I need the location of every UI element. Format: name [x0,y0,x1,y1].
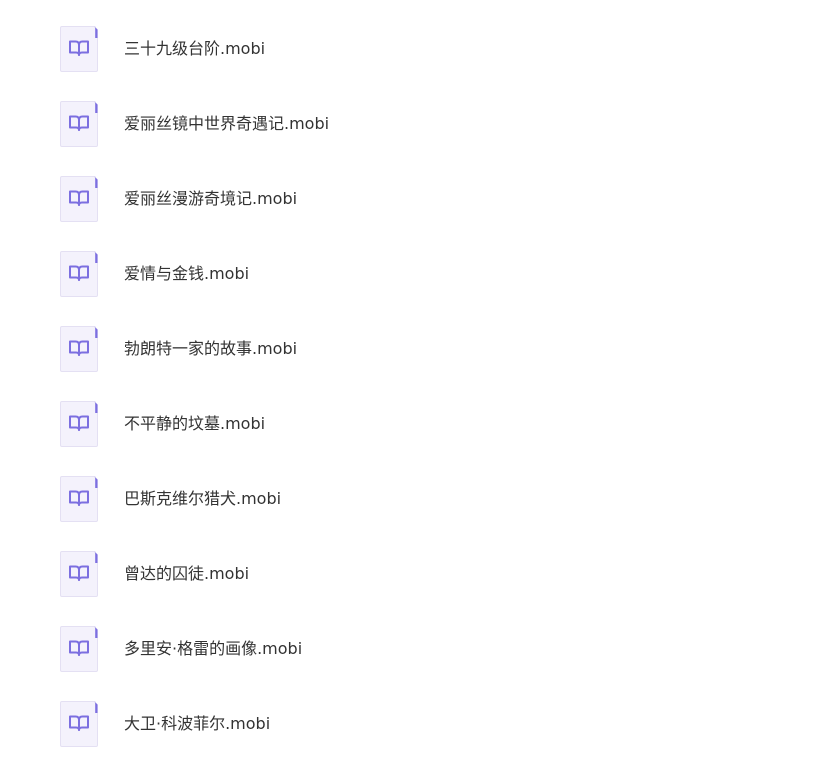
ebook-file-icon[interactable] [59,175,99,223]
file-row[interactable]: 爱情与金钱.mobi [0,250,834,325]
ebook-file-icon[interactable] [59,700,99,748]
file-list: 三十九级台阶.mobi 爱丽丝镜中世界奇遇记.mobi 爱丽丝漫游奇境记.mob… [0,0,834,747]
ebook-file-icon[interactable] [59,325,99,373]
file-row[interactable]: 大卫·科波菲尔.mobi [0,700,834,775]
ebook-file-icon[interactable] [59,550,99,598]
file-name[interactable]: 爱丽丝漫游奇境记.mobi [124,188,297,210]
file-row[interactable]: 多里安·格雷的画像.mobi [0,625,834,700]
file-name[interactable]: 巴斯克维尔猎犬.mobi [124,488,281,510]
file-name[interactable]: 曾达的囚徒.mobi [124,563,249,585]
ebook-file-icon[interactable] [59,475,99,523]
file-name[interactable]: 大卫·科波菲尔.mobi [124,713,270,735]
ebook-file-icon[interactable] [59,625,99,673]
file-name[interactable]: 爱丽丝镜中世界奇遇记.mobi [124,113,329,135]
ebook-file-icon[interactable] [59,100,99,148]
file-name[interactable]: 爱情与金钱.mobi [124,263,249,285]
file-row[interactable]: 三十九级台阶.mobi [0,25,834,100]
file-row[interactable]: 勃朗特一家的故事.mobi [0,325,834,400]
ebook-file-icon[interactable] [59,400,99,448]
file-row[interactable]: 曾达的囚徒.mobi [0,550,834,625]
file-row[interactable]: 不平静的坟墓.mobi [0,400,834,475]
file-row[interactable]: 爱丽丝镜中世界奇遇记.mobi [0,100,834,175]
file-name[interactable]: 多里安·格雷的画像.mobi [124,638,302,660]
ebook-file-icon[interactable] [59,25,99,73]
file-name[interactable]: 不平静的坟墓.mobi [124,413,265,435]
file-name[interactable]: 勃朗特一家的故事.mobi [124,338,297,360]
ebook-file-icon[interactable] [59,250,99,298]
file-name[interactable]: 三十九级台阶.mobi [124,38,265,60]
file-row[interactable]: 爱丽丝漫游奇境记.mobi [0,175,834,250]
file-row[interactable]: 巴斯克维尔猎犬.mobi [0,475,834,550]
